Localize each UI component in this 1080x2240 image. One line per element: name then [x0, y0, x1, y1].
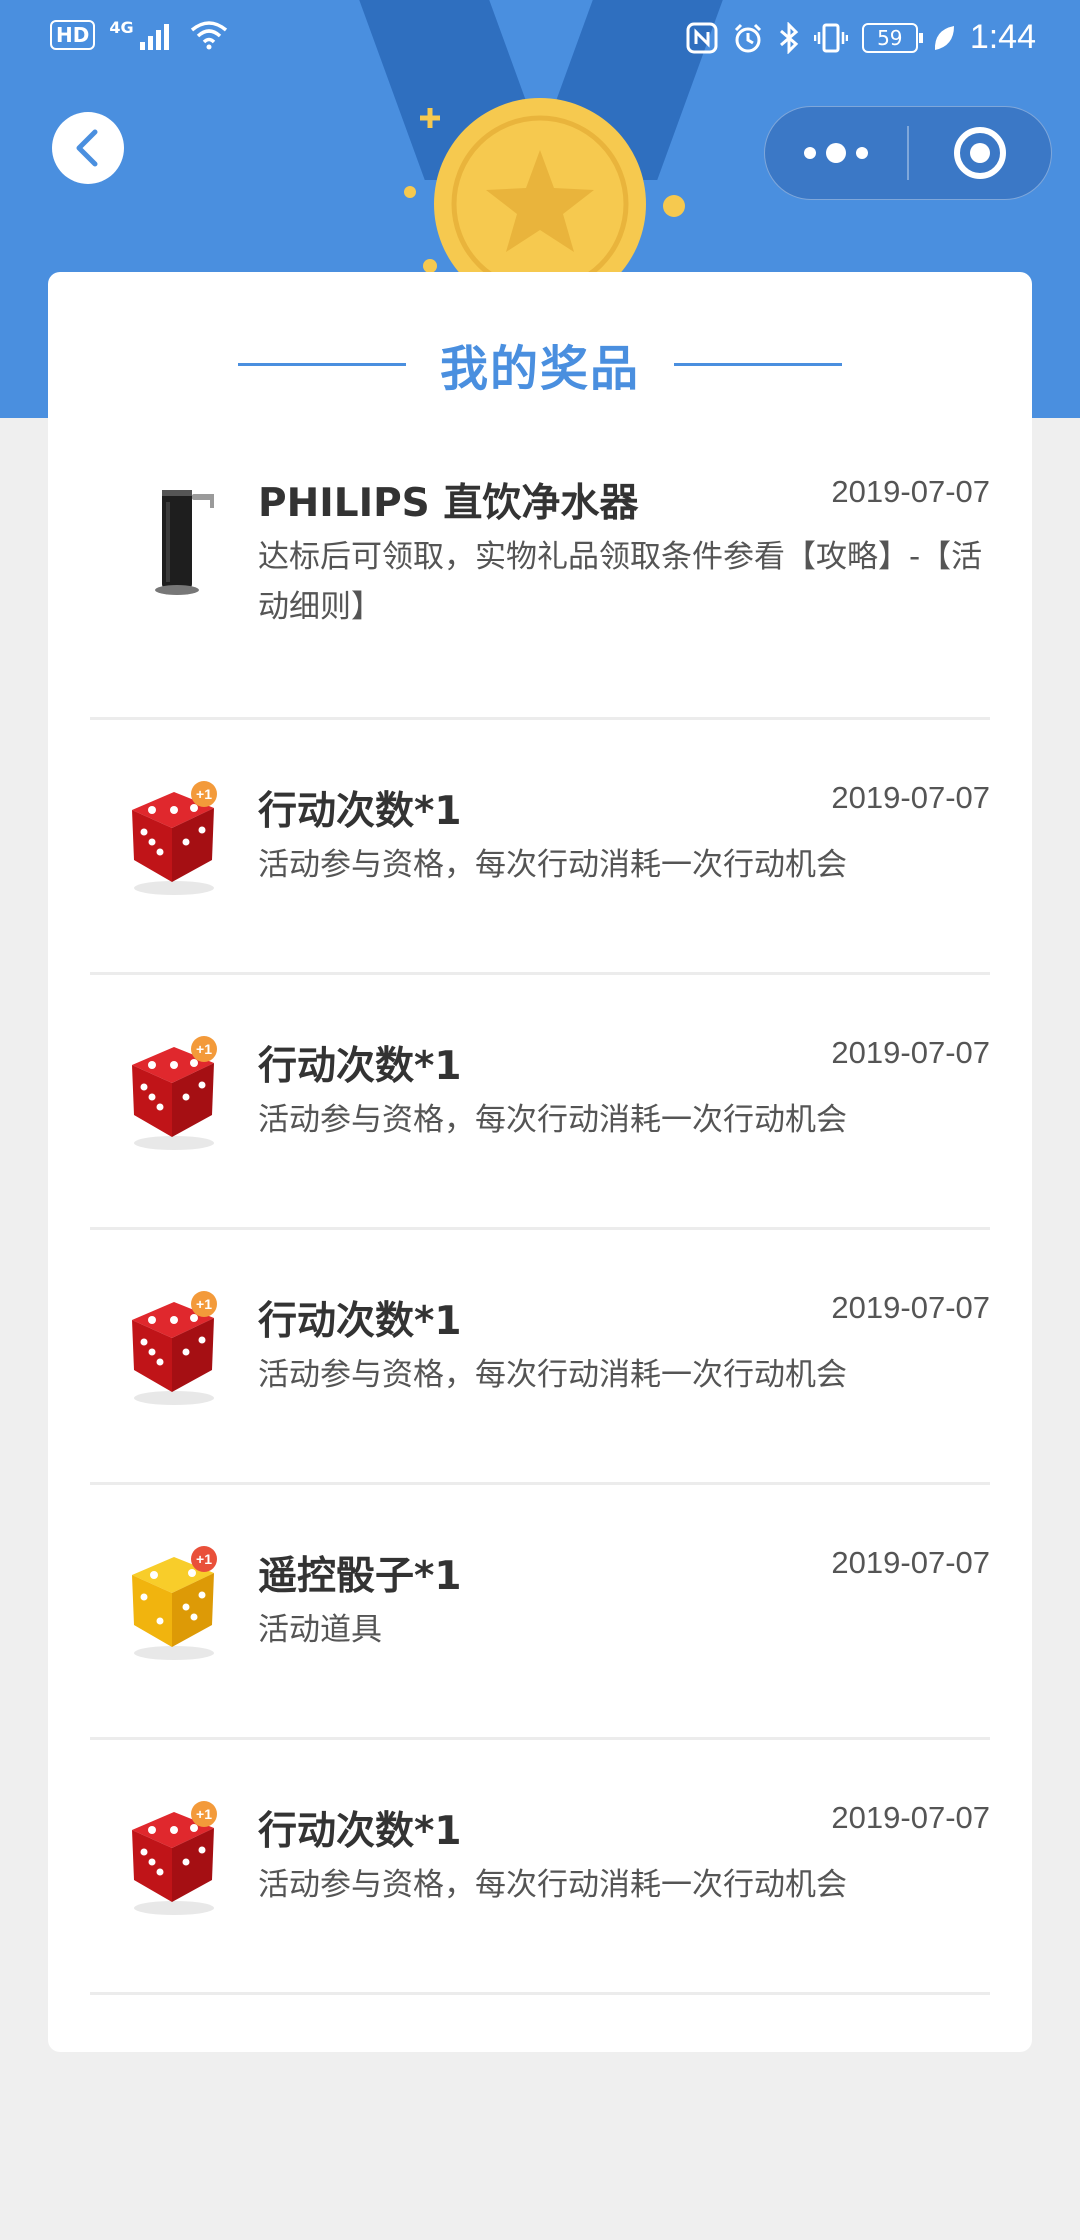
prize-date: 2019-07-07 — [831, 1545, 990, 1580]
signal-icon — [139, 24, 169, 50]
prize-list: PHILIPS 直饮净水器 2019-07-07 达标后可领取，实物礼品领取条件… — [90, 432, 990, 1995]
prize-card: 我的奖品 PHILIPS 直饮净水器 2019-07-07 达标后可领取，实物礼… — [48, 272, 1032, 2052]
battery-indicator: 59 — [861, 22, 923, 53]
prize-name: 行动次数*1 — [258, 1044, 462, 1089]
yellow-dice-icon: +1 — [132, 1546, 217, 1660]
prize-item[interactable]: PHILIPS 直饮净水器 2019-07-07 达标后可领取，实物礼品领取条件… — [90, 432, 990, 720]
plus-one-badge: +1 — [196, 786, 212, 802]
page-title: 我的奖品 — [439, 341, 640, 397]
prize-date: 2019-07-07 — [831, 1800, 990, 1835]
water-purifier-icon — [155, 490, 214, 595]
prize-description: 达标后可领取，实物礼品领取条件参看【攻略】-【活动细则】 — [258, 539, 983, 625]
red-dice-icon: +1 — [132, 1036, 217, 1150]
target-circle-icon — [953, 127, 1006, 179]
clock: 1:44 — [969, 18, 1036, 56]
prize-date: 2019-07-07 — [831, 780, 990, 815]
chevron-left-icon — [76, 129, 98, 167]
red-dice-icon: +1 — [132, 1291, 217, 1405]
nfc-icon — [686, 22, 718, 53]
network-type: 4G — [109, 18, 134, 37]
mini-program-capsule — [764, 106, 1052, 200]
more-dots-icon-right — [856, 147, 868, 159]
more-dots-icon-center — [826, 143, 846, 163]
prize-item[interactable]: +1 行动次数*1 2019-07-07 活动参与资格，每次行动消耗一次行动机会 — [90, 720, 990, 975]
prize-name: 行动次数*1 — [258, 1809, 462, 1854]
wifi-icon — [190, 21, 227, 50]
prize-date: 2019-07-07 — [831, 1035, 990, 1070]
leaf-icon — [934, 25, 954, 50]
prize-name: PHILIPS 直饮净水器 — [258, 481, 639, 526]
prize-description: 活动参与资格，每次行动消耗一次行动机会 — [258, 1102, 847, 1138]
prize-name: 行动次数*1 — [258, 1299, 462, 1344]
prize-item[interactable]: +1 行动次数*1 2019-07-07 活动参与资格，每次行动消耗一次行动机会 — [90, 1230, 990, 1485]
prize-item[interactable]: +1 遥控骰子*1 2019-07-07 活动道具 — [90, 1485, 990, 1740]
plus-one-badge: +1 — [196, 1806, 212, 1822]
prize-item[interactable]: +1 行动次数*1 2019-07-07 活动参与资格，每次行动消耗一次行动机会 — [90, 975, 990, 1230]
hd-badge: HD — [50, 20, 96, 50]
title-divider-right — [674, 362, 842, 366]
prize-description: 活动道具 — [258, 1612, 382, 1648]
prize-date: 2019-07-07 — [831, 1290, 990, 1325]
title-divider-left — [237, 362, 406, 366]
plus-one-badge: +1 — [196, 1296, 212, 1312]
red-dice-icon: +1 — [132, 1801, 217, 1915]
prize-date: 2019-07-07 — [831, 474, 990, 509]
prize-name: 遥控骰子*1 — [258, 1554, 462, 1599]
prize-item[interactable]: +1 行动次数*1 2019-07-07 活动参与资格，每次行动消耗一次行动机会 — [90, 1740, 990, 1995]
plus-one-badge: +1 — [196, 1041, 212, 1057]
prize-description: 活动参与资格，每次行动消耗一次行动机会 — [258, 1357, 847, 1393]
more-dots-icon — [804, 147, 816, 159]
plus-one-badge: +1 — [196, 1551, 212, 1567]
card-header: 我的奖品 — [48, 334, 1032, 397]
alarm-icon — [734, 23, 761, 52]
status-bar: HD 4G 59 1:44 — [0, 0, 1080, 80]
close-button[interactable] — [909, 106, 1051, 200]
back-button[interactable] — [52, 112, 124, 184]
bluetooth-icon — [779, 21, 799, 54]
more-button[interactable] — [765, 106, 907, 200]
prize-description: 活动参与资格，每次行动消耗一次行动机会 — [258, 847, 847, 883]
red-dice-icon: +1 — [132, 781, 217, 895]
prize-name: 行动次数*1 — [258, 789, 462, 834]
vibrate-icon — [813, 23, 848, 52]
prize-description: 活动参与资格，每次行动消耗一次行动机会 — [258, 1867, 847, 1903]
